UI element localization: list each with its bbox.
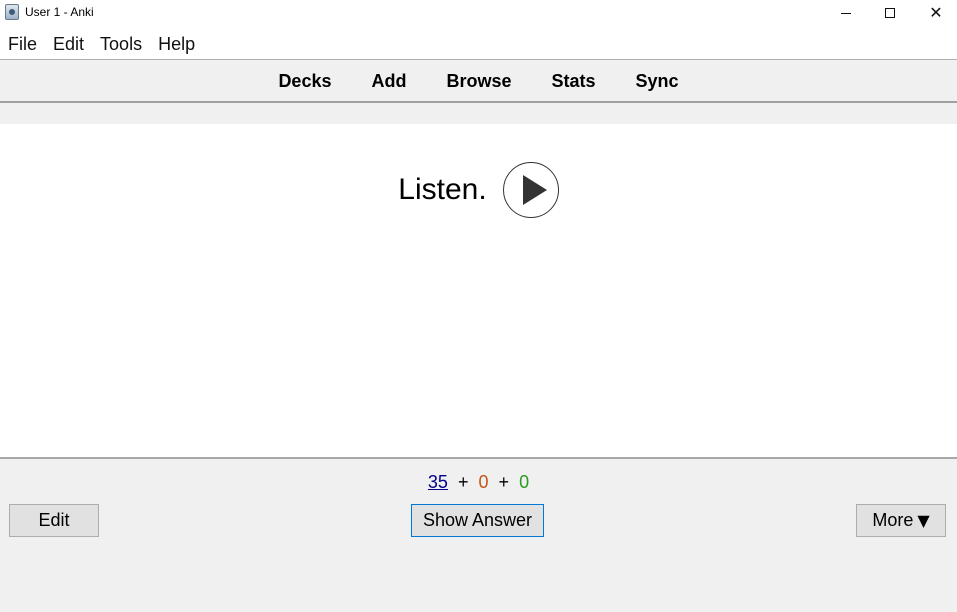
- close-button[interactable]: ✕: [913, 0, 957, 26]
- window-title: User 1 - Anki: [25, 5, 94, 19]
- due-counts: 35 + 0 + 0: [0, 472, 957, 493]
- maximize-button[interactable]: [867, 0, 913, 26]
- count-separator: +: [493, 472, 515, 492]
- menu-bar: File Edit Tools Help: [0, 26, 957, 59]
- review-count: 0: [519, 472, 530, 492]
- show-answer-button[interactable]: Show Answer: [411, 504, 544, 537]
- menu-tools[interactable]: Tools: [92, 26, 150, 59]
- bottom-bar: 35 + 0 + 0 Edit Show Answer More ▼: [0, 457, 957, 612]
- toolbar-spacer: [0, 103, 957, 124]
- play-icon: [522, 175, 547, 205]
- edit-button[interactable]: Edit: [9, 504, 99, 537]
- close-icon: ✕: [929, 3, 943, 22]
- toolbar-decks-link[interactable]: Decks: [278, 71, 331, 92]
- main-toolbar: Decks Add Browse Stats Sync: [0, 59, 957, 103]
- toolbar-stats-link[interactable]: Stats: [552, 71, 596, 92]
- more-button[interactable]: More ▼: [856, 504, 946, 537]
- more-label: More: [872, 510, 914, 530]
- toolbar-add-link[interactable]: Add: [371, 71, 406, 92]
- toolbar-sync-link[interactable]: Sync: [636, 71, 679, 92]
- minimize-button[interactable]: [823, 0, 869, 26]
- new-count[interactable]: 35: [428, 472, 448, 492]
- anki-app-icon: [5, 4, 19, 20]
- menu-help[interactable]: Help: [150, 26, 203, 59]
- dropdown-caret-icon: ▼: [917, 511, 930, 530]
- learn-count: 0: [478, 472, 489, 492]
- menu-edit[interactable]: Edit: [45, 26, 92, 59]
- card-view: Listen.: [0, 124, 957, 457]
- card-question: Listen.: [0, 160, 957, 220]
- count-separator: +: [452, 472, 474, 492]
- anki-window: User 1 - Anki ✕ File Edit Tools Help Dec…: [0, 0, 957, 612]
- minimize-icon: [841, 12, 851, 14]
- title-bar: User 1 - Anki ✕: [0, 0, 957, 26]
- play-audio-button[interactable]: [502, 162, 559, 218]
- maximize-icon: [885, 8, 895, 18]
- question-text: Listen.: [398, 173, 487, 206]
- toolbar-browse-link[interactable]: Browse: [446, 71, 511, 92]
- menu-file[interactable]: File: [0, 26, 45, 59]
